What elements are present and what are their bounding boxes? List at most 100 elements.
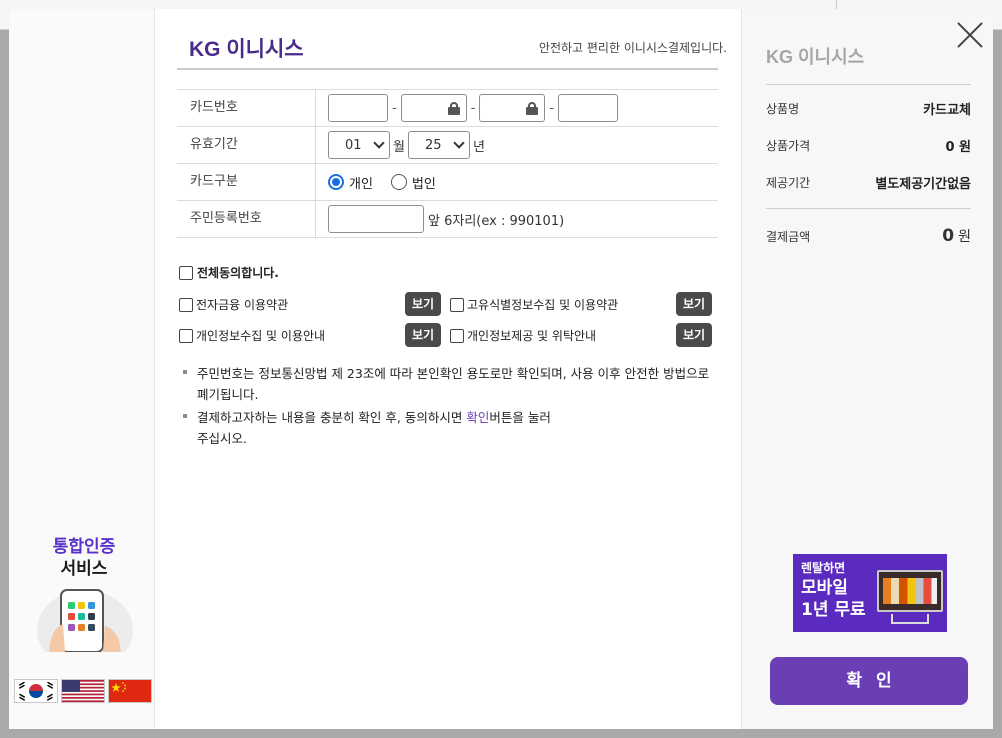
card-info-table: 카드번호 - - - 유효기간 01 월 25 년 카드구분 개인 법인 주민등… (177, 89, 718, 238)
card-number-part2[interactable] (400, 94, 467, 122)
confirm-highlight: 확인 (466, 410, 490, 425)
language-flags (14, 679, 152, 703)
resident-number-row: 주민등록번호 앞 6자리(ex : 990101) (177, 201, 718, 238)
card-number-part1[interactable] (328, 94, 388, 122)
product-price-label: 상품가격 (766, 139, 811, 153)
corporate-radio[interactable] (390, 174, 407, 190)
usa-flag-icon[interactable] (61, 679, 105, 703)
agree-item-label: 개인정보수집 및 이용안내 (196, 329, 326, 343)
korea-flag-icon[interactable] (14, 679, 58, 703)
product-name-value: 카드교체 (923, 103, 971, 118)
ad-line2: 모바일 (801, 578, 848, 598)
dash-separator: - (392, 100, 397, 116)
total-amount-label: 결제금액 (766, 229, 811, 244)
month-unit: 월 (393, 139, 405, 155)
chevron-down-icon (453, 136, 465, 149)
view-personal-info-provision-button[interactable]: 보기 (676, 323, 712, 347)
total-amount-unit: 원 (958, 229, 971, 245)
resident-number-label: 주민등록번호 (177, 201, 316, 237)
agree-item-label: 전자금융 이용약관 (196, 298, 289, 312)
tv-illustration (877, 570, 943, 612)
close-icon[interactable] (956, 21, 984, 49)
dash-separator: - (470, 100, 476, 116)
agree-personal-info-collection[interactable]: 개인정보수집 및 이용안내 (179, 327, 325, 344)
expiry-month-value: 01 (345, 137, 362, 153)
total-amount-value: 0 (942, 226, 955, 246)
notice-text: 주민번호는 정보통신망법 제 23조에 따라 본인확인 용도로만 확인되며, 사… (197, 366, 710, 402)
auth-promo-line2: 서비스 (60, 559, 108, 579)
card-type-label: 카드구분 (177, 164, 316, 200)
personal-radio-label[interactable]: 개인 (349, 173, 373, 192)
year-unit: 년 (472, 139, 485, 155)
agree-item-label: 고유식별정보수집 및 이용약관 (467, 298, 619, 312)
auth-promo-line1: 통합인증 (52, 537, 116, 557)
integrated-auth-promo[interactable]: 통합인증 서비스 (29, 536, 139, 652)
service-period-row: 제공기간 별도제공기간없음 (766, 173, 971, 192)
summary-divider (766, 84, 971, 85)
total-amount: 0원 (942, 226, 971, 246)
checkbox[interactable] (179, 265, 193, 280)
product-price-value: 0 원 (945, 140, 971, 155)
lock-icon (526, 102, 539, 115)
order-summary-panel: KG 이니시스 상품명 카드교체 상품가격 0 원 제공기간 별도제공기간없음 … (741, 9, 993, 729)
view-electronic-finance-button[interactable]: 보기 (405, 292, 441, 316)
tv-stand (891, 614, 929, 624)
view-personal-info-collection-button[interactable]: 보기 (405, 323, 441, 347)
chevron-down-icon (373, 136, 385, 149)
checkbox[interactable] (179, 297, 193, 312)
auth-promo-title: 통합인증 서비스 (29, 536, 139, 580)
resident-number-input[interactable] (328, 205, 424, 233)
phone-hand-illustration (37, 589, 133, 652)
product-name-row: 상품명 카드교체 (766, 99, 971, 118)
card-number-row: 카드번호 - - - (177, 90, 718, 127)
confirm-button[interactable]: 확인 (770, 657, 968, 705)
card-number-part4[interactable] (558, 94, 619, 122)
payment-modal: 통합인증 서비스 KG 이니시스 안전하고 편리한 이니시스결제입니다. 카드번… (9, 9, 993, 729)
checkbox[interactable] (450, 297, 464, 312)
card-type-row: 카드구분 개인 법인 (177, 164, 718, 201)
expiry-row: 유효기간 01 월 25 년 (177, 127, 718, 164)
view-unique-id-button[interactable]: 보기 (676, 292, 712, 316)
service-period-label: 제공기간 (766, 176, 811, 190)
expiry-month-select[interactable]: 01 (328, 131, 390, 159)
agree-electronic-finance[interactable]: 전자금융 이용약관 (179, 296, 288, 313)
card-number-label: 카드번호 (177, 90, 316, 126)
notice-list: 주민번호는 정보통신망법 제 23조에 따라 본인확인 용도로만 확인되며, 사… (183, 363, 723, 451)
product-price-row: 상품가격 0 원 (766, 136, 971, 155)
card-number-part3[interactable] (479, 94, 546, 122)
expiry-year-select[interactable]: 25 (407, 131, 470, 159)
ad-line1: 렌탈하면 (801, 561, 846, 575)
rental-promo-banner[interactable]: 렌탈하면 모바일 1년 무료 (793, 554, 947, 632)
payment-form-panel: KG 이니시스 안전하고 편리한 이니시스결제입니다. 카드번호 - - - 유… (155, 9, 741, 729)
expiry-year-value: 25 (424, 137, 442, 153)
checkbox[interactable] (179, 328, 193, 343)
expiry-label: 유효기간 (177, 127, 316, 163)
notice-text: 주십시오. (197, 431, 247, 446)
header-divider (177, 68, 718, 70)
kg-inicis-logo-gray: KG 이니시스 (766, 47, 865, 67)
personal-radio[interactable] (328, 174, 344, 190)
agree-item-label: 개인정보제공 및 위탁안내 (467, 329, 597, 343)
china-flag-icon[interactable] (108, 679, 152, 703)
notice-item: 결제하고자하는 내용을 충분히 확인 후, 동의하시면 확인버튼을 눌러 주십시… (183, 407, 723, 449)
service-period-value: 별도제공기간없음 (875, 177, 971, 192)
total-amount-row: 결제금액 0원 (766, 226, 971, 246)
checkbox[interactable] (450, 328, 464, 343)
agree-all-checkbox[interactable]: 전체동의합니다. (179, 264, 279, 281)
lock-icon (447, 102, 460, 115)
summary-divider (766, 208, 971, 209)
notice-text: 결제하고자하는 내용을 충분히 확인 후, 동의하시면 (197, 410, 467, 425)
ad-line3: 1년 무료 (801, 600, 866, 620)
notice-item: 주민번호는 정보통신망법 제 23조에 따라 본인확인 용도로만 확인되며, 사… (183, 363, 723, 405)
dash-separator: - (549, 100, 555, 116)
resident-number-hint: 앞 6자리(ex : 990101) (428, 213, 565, 229)
header-tagline: 안전하고 편리한 이니시스결제입니다. (538, 41, 727, 55)
notice-text: 버튼을 눌러 (489, 410, 551, 425)
agree-unique-id[interactable]: 고유식별정보수집 및 이용약관 (450, 296, 618, 313)
left-panel: 통합인증 서비스 (9, 9, 155, 729)
kg-inicis-logo: KG 이니시스 (189, 38, 304, 61)
agree-personal-info-provision[interactable]: 개인정보제공 및 위탁안내 (450, 327, 596, 344)
corporate-radio-label[interactable]: 법인 (412, 173, 436, 192)
product-name-label: 상품명 (766, 102, 800, 116)
agree-all-label: 전체동의합니다. (197, 266, 279, 280)
